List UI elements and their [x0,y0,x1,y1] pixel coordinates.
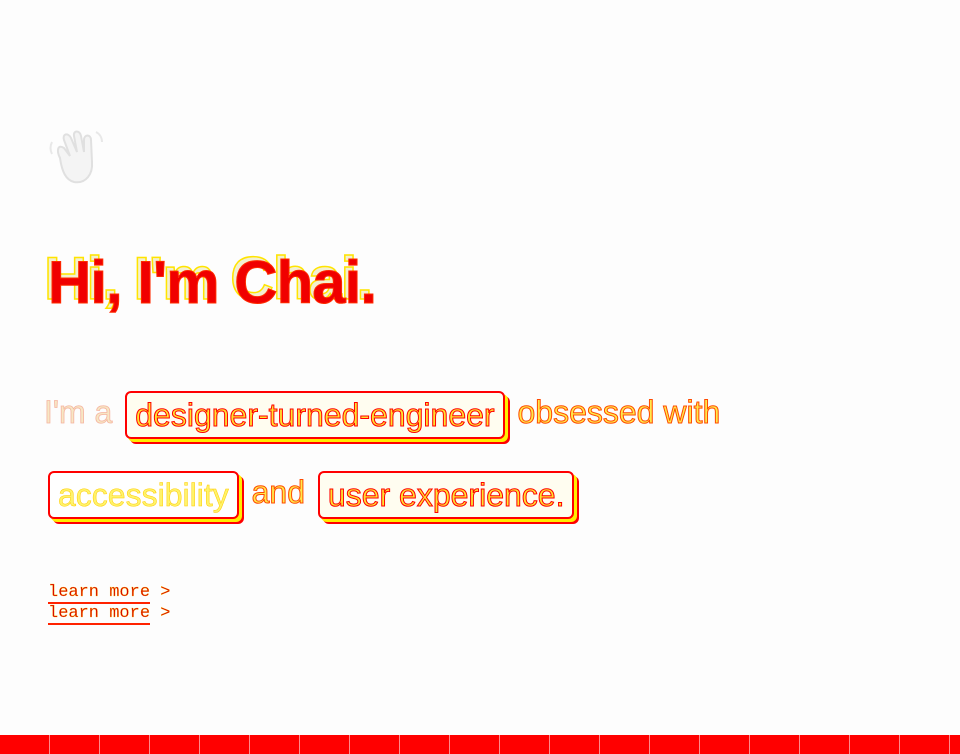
learn-more-link-echo[interactable]: learn more > [48,603,171,625]
footer-bar [0,735,960,754]
learn-more-link[interactable]: learn more > [48,582,171,604]
role-highlight: designer-turned-engineer [125,390,505,439]
waving-hand-icon [49,130,103,184]
footer-segment [550,735,600,754]
footer-segment [600,735,650,754]
intro-joiner: and [251,474,305,511]
footer-segment [0,735,50,754]
footer-segment [850,735,900,754]
footer-segment [100,735,150,754]
greeting-heading-text: Hi, I'm Chai. [48,249,378,317]
learn-more-label-echo: learn more [48,604,151,625]
chevron-right-icon: > [160,583,171,602]
footer-segment [150,735,200,754]
footer-segment [650,735,700,754]
footer-segment [50,735,100,754]
footer-segment [700,735,750,754]
learn-more-label: learn more [48,583,151,604]
footer-segment [350,735,400,754]
footer-segment [400,735,450,754]
intro-middle: obsessed with [517,394,721,431]
accessibility-highlight: accessibility [48,470,239,519]
user-experience-highlight: user experience. [317,470,575,519]
intro-line-2: accessibility and user experience. [44,452,924,532]
intro-line-1: I'm a designer-turned-engineer obsessed … [44,372,924,452]
footer-segment [750,735,800,754]
home-page: Hi, I'm Chai. Hi, I'm Chai. I'm a design… [0,0,960,754]
footer-segment [250,735,300,754]
footer-segment [300,735,350,754]
footer-segment [800,735,850,754]
footer-segment [950,735,960,754]
greeting-heading: Hi, I'm Chai. Hi, I'm Chai. [43,244,564,318]
footer-segment [450,735,500,754]
learn-more-links: learn more > learn more > [48,582,171,625]
chevron-right-icon-echo: > [160,604,171,623]
footer-segment [900,735,950,754]
intro-paragraph: I'm a designer-turned-engineer obsessed … [44,372,924,532]
footer-segment [200,735,250,754]
footer-segment [500,735,550,754]
intro-prefix: I'm a [44,394,113,431]
